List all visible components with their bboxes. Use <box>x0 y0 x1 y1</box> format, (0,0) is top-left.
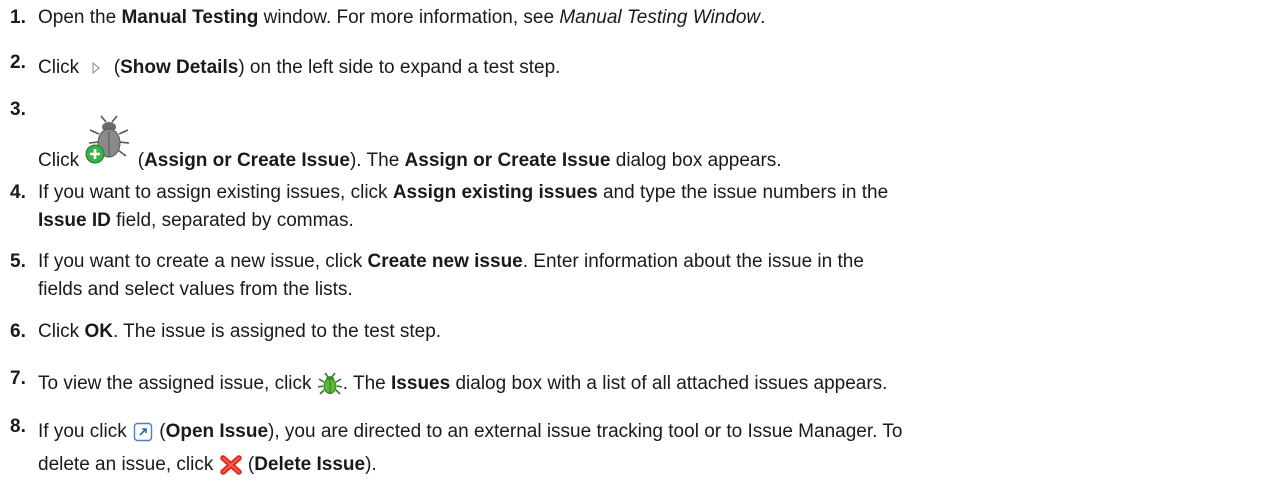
step-number: 6. <box>10 321 26 342</box>
cross-reference: Manual Testing Window <box>559 7 761 28</box>
step-number: 3. <box>10 99 26 120</box>
step-text: To view the assigned issue, click . The … <box>38 372 888 395</box>
step-number: 4. <box>10 182 26 203</box>
ui-term: Issue ID <box>38 210 111 231</box>
ui-term: Assign existing issues <box>392 182 598 203</box>
green-bug-icon <box>317 372 342 395</box>
ui-term: Open Issue <box>165 421 269 442</box>
step-number: 7. <box>10 368 26 389</box>
step-text: Open the Manual Testing window. For more… <box>38 7 766 28</box>
open-external-icon <box>133 422 153 442</box>
ui-term: Show Details <box>120 57 239 78</box>
ui-term: Manual Testing <box>121 7 259 28</box>
step-text: Click (Assign or Create Issue). The Assi… <box>38 115 1256 172</box>
red-x-icon <box>219 455 242 475</box>
instruction-steps: 1. Open the Manual Testing window. For m… <box>0 0 1276 489</box>
triangle-right-icon <box>90 61 102 75</box>
step-number: 2. <box>10 52 26 73</box>
ui-term: Issues <box>391 373 451 394</box>
step-number: 1. <box>10 7 26 28</box>
step-text: Click OK. The issue is assigned to the t… <box>38 321 442 342</box>
bug-add-icon <box>84 115 132 166</box>
ui-term: Create new issue <box>367 251 523 272</box>
ui-term: Delete Issue <box>254 454 366 475</box>
step-text: Click (Show Details) on the left side to… <box>38 57 561 78</box>
step-text: If you click (Open Issue), you are direc… <box>38 421 903 475</box>
step-text: If you want to assign existing issues, c… <box>38 182 889 231</box>
ui-term: OK <box>84 321 113 342</box>
step-number: 5. <box>10 251 26 272</box>
ui-term: Assign or Create Issue <box>404 150 611 171</box>
step-text: If you want to create a new issue, click… <box>38 251 864 300</box>
step-number: 8. <box>10 416 26 437</box>
ui-term: Assign or Create Issue <box>144 150 350 171</box>
